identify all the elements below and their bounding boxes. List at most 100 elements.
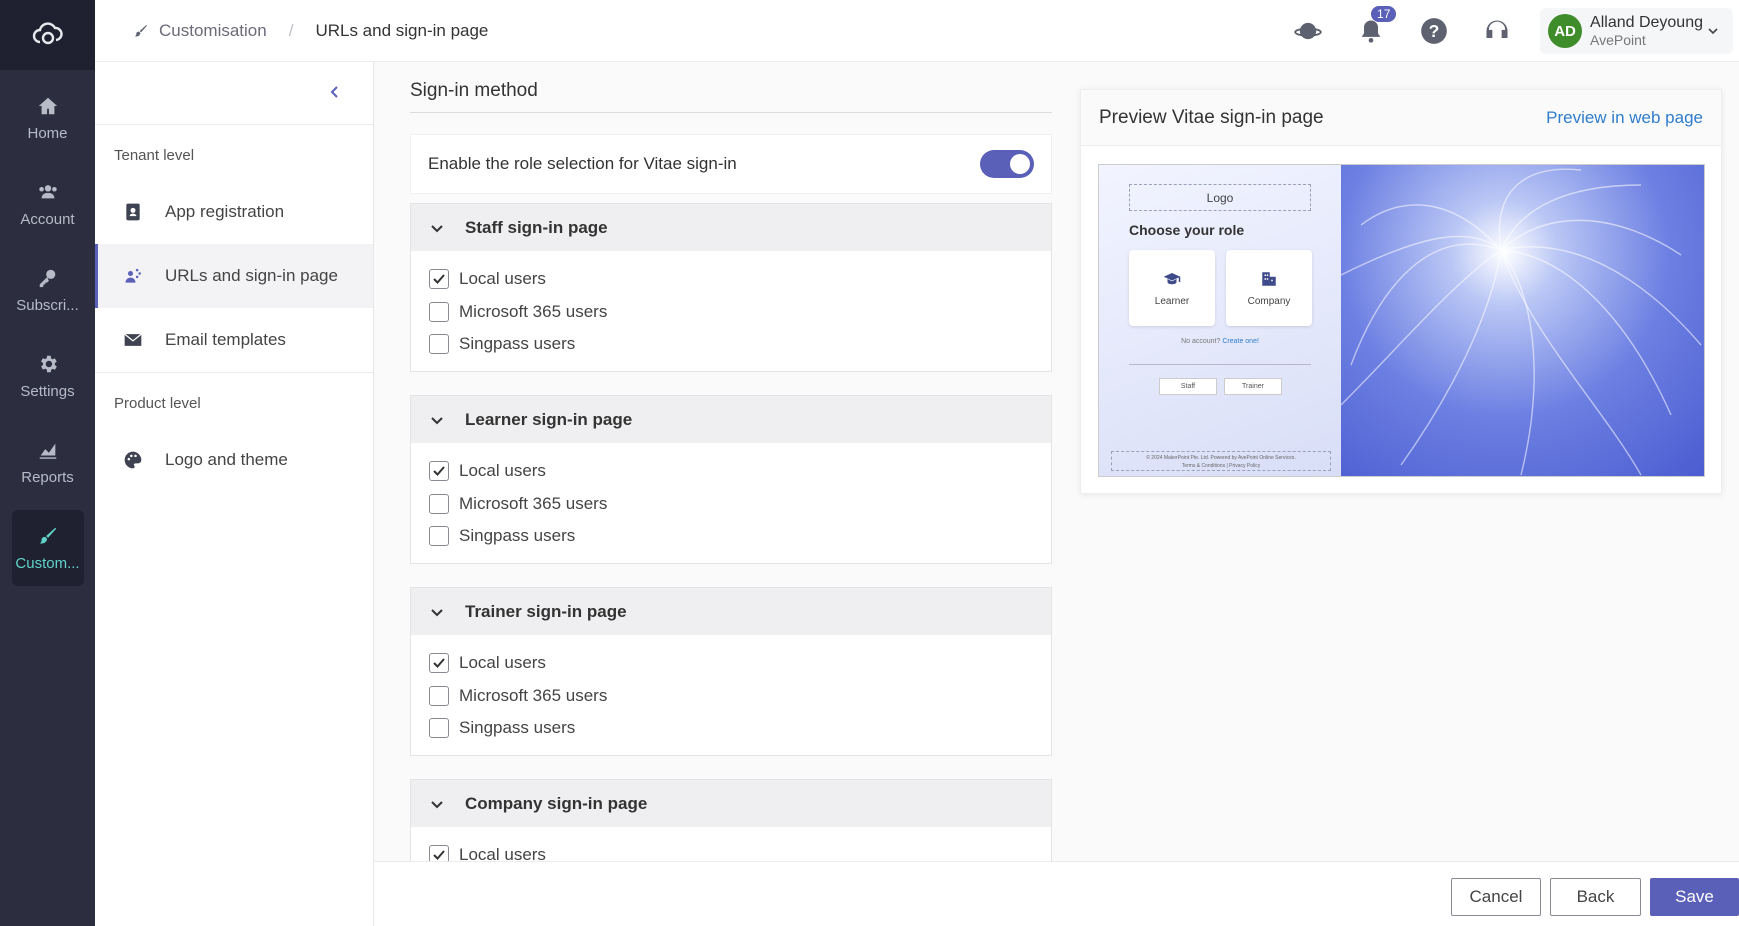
panel-title: Learner sign-in page bbox=[465, 409, 633, 429]
checkbox[interactable] bbox=[429, 493, 449, 514]
preview-choose-role: Choose your role bbox=[1129, 222, 1245, 238]
option-local-users[interactable]: Local users bbox=[411, 455, 1051, 488]
rail-item-label: Subscri... bbox=[16, 296, 79, 314]
option-microsoft-365-users[interactable]: Microsoft 365 users bbox=[411, 488, 1051, 521]
breadcrumb-current: URLs and sign-in page bbox=[315, 20, 489, 40]
subnav-item-app-registration[interactable]: App registration bbox=[95, 180, 373, 244]
checkbox[interactable] bbox=[429, 269, 449, 290]
cancel-button[interactable]: Cancel bbox=[1451, 878, 1541, 916]
group-label-tenant: Tenant level bbox=[114, 147, 195, 164]
subnav-item-label: Logo and theme bbox=[165, 450, 288, 469]
check-icon bbox=[433, 850, 445, 861]
preview-web-page-link[interactable]: Preview in web page bbox=[1546, 108, 1703, 128]
panel-header[interactable]: Trainer sign-in page bbox=[411, 588, 1051, 635]
option-label: Singpass users bbox=[459, 718, 576, 738]
toggle-label: Enable the role selection for Vitae sign… bbox=[428, 154, 737, 173]
option-label: Singpass users bbox=[459, 334, 576, 354]
panel-title: Staff sign-in page bbox=[465, 217, 608, 237]
chart-icon bbox=[39, 443, 56, 459]
rail-item-reports[interactable]: Reports bbox=[12, 424, 84, 500]
header-actions: 17 ? AD Alland Deyoung AvePoint bbox=[1288, 0, 1739, 62]
rail-item-subscription[interactable]: Subscri... bbox=[12, 252, 84, 328]
panel-header[interactable]: Staff sign-in page bbox=[411, 204, 1051, 251]
back-button[interactable]: Back bbox=[1550, 878, 1641, 916]
rail-item-label: Home bbox=[27, 124, 68, 142]
group-label-product: Product level bbox=[114, 395, 201, 412]
option-local-users[interactable]: Local users bbox=[411, 647, 1051, 680]
preview-role-company: Company bbox=[1226, 250, 1312, 326]
svg-text:?: ? bbox=[1429, 21, 1440, 41]
chevron-down-icon bbox=[431, 224, 443, 232]
chevron-down-icon bbox=[431, 800, 443, 808]
panel-header[interactable]: Learner sign-in page bbox=[411, 396, 1051, 443]
gear-icon bbox=[40, 355, 57, 372]
nav-rail: Home Account Subscri... Settings Reports… bbox=[0, 0, 95, 926]
notifications-button[interactable]: 17 bbox=[1351, 6, 1397, 51]
action-footer: Cancel Back Save bbox=[374, 861, 1739, 926]
checkbox[interactable] bbox=[429, 334, 449, 355]
option-local-users[interactable]: Local users bbox=[411, 839, 1051, 861]
building-icon bbox=[1262, 271, 1276, 286]
subnav-item-urls-sign-in[interactable]: URLs and sign-in page bbox=[95, 244, 373, 308]
preview-sign-in-panel: Logo Choose your role Learner Company No… bbox=[1099, 165, 1341, 476]
subnav-item-logo-theme[interactable]: Logo and theme bbox=[95, 428, 373, 492]
preview-card: Preview Vitae sign-in page Preview in we… bbox=[1080, 89, 1722, 494]
option-microsoft-365-users[interactable]: Microsoft 365 users bbox=[411, 296, 1051, 329]
app-logo[interactable] bbox=[0, 0, 95, 70]
brush-icon bbox=[135, 24, 147, 36]
breadcrumb-link[interactable]: Customisation bbox=[159, 21, 267, 41]
checkbox[interactable] bbox=[429, 461, 449, 482]
option-label: Local users bbox=[459, 845, 546, 861]
role-selection-toggle[interactable] bbox=[980, 150, 1034, 178]
checkbox[interactable] bbox=[429, 685, 449, 706]
preview-create-one: Create one! bbox=[1222, 338, 1259, 345]
option-singpass-users[interactable]: Singpass users bbox=[411, 520, 1051, 553]
panel-header[interactable]: Company sign-in page bbox=[411, 780, 1051, 827]
checkbox[interactable] bbox=[429, 653, 449, 674]
rail-item-label: Reports bbox=[21, 468, 74, 486]
help-icon: ? bbox=[1421, 18, 1447, 44]
planet-button[interactable] bbox=[1288, 11, 1328, 51]
rail-item-customisation[interactable]: Custom... bbox=[11, 510, 84, 586]
option-local-users[interactable]: Local users bbox=[411, 263, 1051, 296]
home-icon bbox=[38, 97, 57, 114]
preview-no-account: No account? Create one! bbox=[1099, 338, 1341, 345]
check-icon bbox=[433, 274, 445, 285]
user-org: AvePoint bbox=[1590, 32, 1646, 48]
preview-header: Preview Vitae sign-in page Preview in we… bbox=[1081, 90, 1721, 146]
help-button[interactable]: ? bbox=[1414, 11, 1454, 51]
notification-badge: 17 bbox=[1371, 6, 1397, 22]
checkbox[interactable] bbox=[429, 301, 449, 322]
preview-footer-line: © 2024 MakerPoint Pte. Ltd. Powered by A… bbox=[1146, 455, 1296, 461]
subnav-item-email-templates[interactable]: Email templates bbox=[95, 308, 373, 372]
option-microsoft-365-users[interactable]: Microsoft 365 users bbox=[411, 680, 1051, 713]
user-menu[interactable]: AD Alland Deyoung AvePoint bbox=[1540, 8, 1733, 54]
rail-item-account[interactable]: Account bbox=[12, 166, 84, 242]
checkbox[interactable] bbox=[429, 718, 449, 739]
planet-icon bbox=[1294, 22, 1322, 40]
palette-icon bbox=[124, 451, 142, 469]
preview-logo-placeholder: Logo bbox=[1129, 184, 1311, 211]
breadcrumb: Customisation / URLs and sign-in page bbox=[95, 21, 488, 41]
company-sign-in-panel: Company sign-in page Local users bbox=[410, 779, 1052, 861]
section-title: Sign-in method bbox=[410, 80, 1052, 113]
rail-item-settings[interactable]: Settings bbox=[12, 338, 84, 414]
rail-item-home[interactable]: Home bbox=[12, 80, 84, 156]
checkbox[interactable] bbox=[429, 845, 449, 861]
chevron-left-icon[interactable] bbox=[327, 84, 343, 100]
rail-item-label: Custom... bbox=[15, 554, 80, 572]
rail-item-label: Account bbox=[20, 210, 75, 228]
checkbox[interactable] bbox=[429, 526, 449, 547]
option-singpass-users[interactable]: Singpass users bbox=[411, 712, 1051, 745]
option-singpass-users[interactable]: Singpass users bbox=[411, 328, 1051, 361]
save-button[interactable]: Save bbox=[1650, 878, 1739, 916]
learner-sign-in-panel: Learner sign-in page Local users Microso… bbox=[410, 395, 1052, 564]
subnav-item-label: Email templates bbox=[165, 330, 286, 349]
app-registration-icon bbox=[126, 203, 140, 221]
support-button[interactable] bbox=[1477, 11, 1517, 51]
users-icon bbox=[38, 184, 57, 198]
role-selection-row: Enable the role selection for Vitae sign… bbox=[410, 134, 1052, 194]
option-label: Singpass users bbox=[459, 526, 576, 546]
graduation-cap-icon bbox=[1163, 272, 1181, 284]
rail-item-label: Settings bbox=[20, 382, 75, 400]
